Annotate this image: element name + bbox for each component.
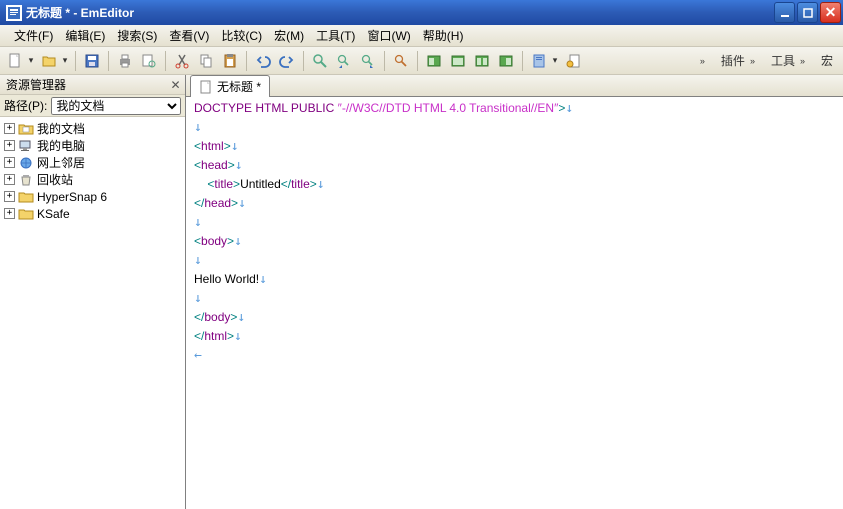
expander-icon[interactable]: + <box>4 157 15 168</box>
overflow-icon[interactable]: » <box>800 56 805 66</box>
my-documents-icon <box>18 122 34 136</box>
print-preview-button[interactable] <box>138 50 160 72</box>
window-titlebar: 无标题 * - EmEditor ✕ <box>0 0 843 25</box>
tab-untitled[interactable]: 无标题 * <box>190 75 270 97</box>
tree-item[interactable]: + 回收站 <box>0 171 185 188</box>
overflow-icon[interactable]: » <box>700 56 705 66</box>
open-button[interactable] <box>38 50 60 72</box>
copy-button[interactable] <box>195 50 217 72</box>
file-icon <box>199 80 213 94</box>
menu-help[interactable]: 帮助(H) <box>417 24 470 47</box>
tree-item-label: 回收站 <box>37 171 73 188</box>
tools-label[interactable]: 工具 <box>769 52 797 69</box>
menu-search[interactable]: 搜索(S) <box>111 24 163 47</box>
expander-icon[interactable]: + <box>4 174 15 185</box>
new-button[interactable] <box>4 50 26 72</box>
redo-button[interactable] <box>276 50 298 72</box>
menu-macro[interactable]: 宏(M) <box>268 24 310 47</box>
tree-item[interactable]: + 我的文档 <box>0 120 185 137</box>
new-dropdown[interactable]: ▾ <box>26 55 36 66</box>
toolbar-separator <box>75 51 76 71</box>
properties-button[interactable] <box>528 50 550 72</box>
toolbar-separator <box>384 51 385 71</box>
save-button[interactable] <box>81 50 103 72</box>
app-icon <box>6 5 22 21</box>
toolbar-separator <box>303 51 304 71</box>
my-computer-icon <box>18 139 34 153</box>
settings-button[interactable] <box>562 50 584 72</box>
find-in-files-button[interactable] <box>390 50 412 72</box>
folder-icon <box>18 190 34 204</box>
paste-button[interactable] <box>219 50 241 72</box>
expander-icon[interactable]: + <box>4 191 15 202</box>
tree-item[interactable]: + 我的电脑 <box>0 137 185 154</box>
folder-tree[interactable]: + 我的文档 + 我的电脑 + 网上邻居 + 回收站 + <box>0 117 185 509</box>
menu-view[interactable]: 查看(V) <box>163 24 215 47</box>
window-split-button[interactable] <box>471 50 493 72</box>
menu-tools[interactable]: 工具(T) <box>310 24 361 47</box>
menu-edit[interactable]: 编辑(E) <box>59 24 111 47</box>
print-button[interactable] <box>114 50 136 72</box>
maximize-button[interactable] <box>797 2 818 23</box>
toolbar: ▾ ▾ ▾ » 插件 » 工具 » 宏 <box>0 47 843 75</box>
expander-icon[interactable]: + <box>4 123 15 134</box>
menubar: 文件(F) 编辑(E) 搜索(S) 查看(V) 比较(C) 宏(M) 工具(T)… <box>0 25 843 47</box>
tree-item-label: 网上邻居 <box>37 154 85 171</box>
macro-label[interactable]: 宏 <box>819 52 835 69</box>
expander-icon[interactable]: + <box>4 140 15 151</box>
toolbar-separator <box>522 51 523 71</box>
menu-window[interactable]: 窗口(W) <box>361 24 416 47</box>
window-normal-button[interactable] <box>447 50 469 72</box>
path-label: 路径(P): <box>4 97 47 114</box>
minimize-button[interactable] <box>774 2 795 23</box>
network-icon <box>18 156 34 170</box>
tree-item[interactable]: + 网上邻居 <box>0 154 185 171</box>
explorer-sidebar: 资源管理器 ✕ 路径(P): 我的文档 + 我的文档 + 我的电脑 + <box>0 75 186 509</box>
plugins-label[interactable]: 插件 <box>719 52 747 69</box>
tab-bar: 无标题 * <box>186 75 843 97</box>
code-editor[interactable]: DOCTYPE HTML PUBLIC ″-//W3C//DTD HTML 4.… <box>186 97 843 509</box>
close-button[interactable]: ✕ <box>820 2 841 23</box>
sidebar-title: 资源管理器 <box>6 76 66 93</box>
tree-item-label: KSafe <box>37 207 70 221</box>
cut-button[interactable] <box>171 50 193 72</box>
window-left-button[interactable] <box>423 50 445 72</box>
menu-compare[interactable]: 比较(C) <box>215 24 268 47</box>
window-title: 无标题 * - EmEditor <box>26 4 774 21</box>
tree-item[interactable]: + KSafe <box>0 205 185 222</box>
toolbar-separator <box>108 51 109 71</box>
path-select[interactable]: 我的文档 <box>51 97 181 115</box>
window-right-button[interactable] <box>495 50 517 72</box>
tree-item-label: 我的电脑 <box>37 137 85 154</box>
tree-item-label: 我的文档 <box>37 120 85 137</box>
find-button[interactable] <box>309 50 331 72</box>
undo-button[interactable] <box>252 50 274 72</box>
open-dropdown[interactable]: ▾ <box>60 55 70 66</box>
overflow-icon[interactable]: » <box>750 56 755 66</box>
find-next-button[interactable] <box>357 50 379 72</box>
tree-item-label: HyperSnap 6 <box>37 190 107 204</box>
tab-label: 无标题 * <box>217 78 261 95</box>
expander-icon[interactable]: + <box>4 208 15 219</box>
tree-item[interactable]: + HyperSnap 6 <box>0 188 185 205</box>
menu-file[interactable]: 文件(F) <box>8 24 59 47</box>
folder-icon <box>18 207 34 221</box>
toolbar-separator <box>417 51 418 71</box>
toolbar-separator <box>246 51 247 71</box>
properties-dropdown[interactable]: ▾ <box>550 55 560 66</box>
find-prev-button[interactable] <box>333 50 355 72</box>
sidebar-close-button[interactable]: ✕ <box>168 77 183 92</box>
recycle-bin-icon <box>18 173 34 187</box>
toolbar-separator <box>165 51 166 71</box>
